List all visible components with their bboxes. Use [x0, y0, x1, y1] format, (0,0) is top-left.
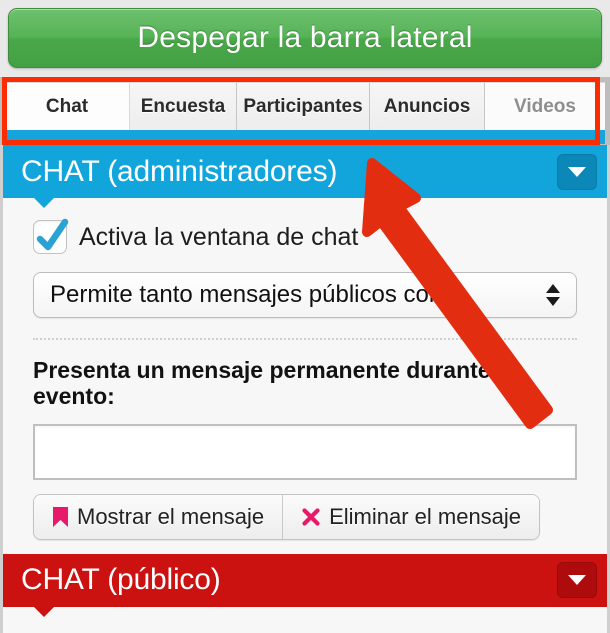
admin-chat-section-title: CHAT (administradores) [21, 154, 338, 188]
tab-chat-label: Chat [45, 95, 89, 117]
section-pointer-notch [33, 605, 55, 617]
admin-chat-section-header[interactable]: CHAT (administradores) [3, 145, 607, 208]
sidebar-panel: Despegar la barra lateral Chat Encuesta … [0, 0, 610, 633]
checkmark-icon [36, 218, 69, 251]
public-chat-section-header[interactable]: CHAT (público) [3, 553, 607, 617]
tab-bar: Chat Encuesta Participantes Anuncios Vid… [0, 77, 610, 145]
section-pointer-notch [33, 197, 55, 208]
toggle-sidebar-bar: Despegar la barra lateral [0, 0, 610, 77]
chat-permission-select-value: Permite tanto mensajes públicos como [50, 283, 463, 307]
public-chat-collapse-button[interactable] [557, 562, 597, 598]
tab-participantes-label: Participantes [243, 95, 363, 117]
chevron-down-icon [568, 575, 586, 585]
tab-videos-label: Videos [514, 95, 576, 117]
tab-active-underline [5, 130, 605, 144]
bookmark-icon [53, 506, 68, 527]
activate-chat-checkbox[interactable] [33, 218, 69, 254]
delete-message-button[interactable]: Eliminar el mensaje [282, 494, 540, 539]
permanent-message-label: Presenta un mensaje permanente durante e… [33, 357, 517, 409]
tab-videos: Videos [485, 83, 605, 130]
chat-permission-select[interactable]: Permite tanto mensajes públicos como [33, 272, 577, 318]
public-chat-section-title: CHAT (público) [21, 563, 221, 596]
activate-chat-row: Activa la ventana de chat [33, 218, 583, 254]
admin-chat-section-body: Activa la ventana de chat Permite tanto … [3, 198, 607, 554]
delete-message-button-label: Eliminar el mensaje [329, 503, 522, 529]
show-message-button[interactable]: Mostrar el mensaje [34, 494, 283, 539]
tab-list: Chat Encuesta Participantes Anuncios Vid… [5, 82, 605, 130]
chevron-down-icon [568, 166, 586, 177]
tab-encuesta-label: Encuesta [140, 95, 226, 117]
toggle-sidebar-button[interactable]: Despegar la barra lateral [8, 8, 602, 68]
tab-anuncios[interactable]: Anuncios [370, 83, 485, 130]
chat-settings-panel: CHAT (administradores) Activa la ventana… [0, 145, 610, 633]
section-divider [33, 338, 577, 340]
tab-chat[interactable]: Chat [5, 83, 130, 130]
permanent-message-input[interactable] [33, 423, 577, 480]
activate-chat-label: Activa la ventana de chat [79, 222, 359, 251]
permanent-message-button-group: Mostrar el mensaje Eliminar el mensaje [33, 493, 541, 540]
show-message-button-label: Mostrar el mensaje [77, 503, 265, 529]
tab-encuesta[interactable]: Encuesta [130, 83, 237, 130]
up-down-arrows-icon [546, 284, 560, 306]
tab-participantes[interactable]: Participantes [237, 83, 370, 130]
admin-chat-collapse-button[interactable] [557, 153, 597, 190]
x-mark-icon [302, 507, 320, 526]
tab-anuncios-label: Anuncios [383, 95, 471, 117]
